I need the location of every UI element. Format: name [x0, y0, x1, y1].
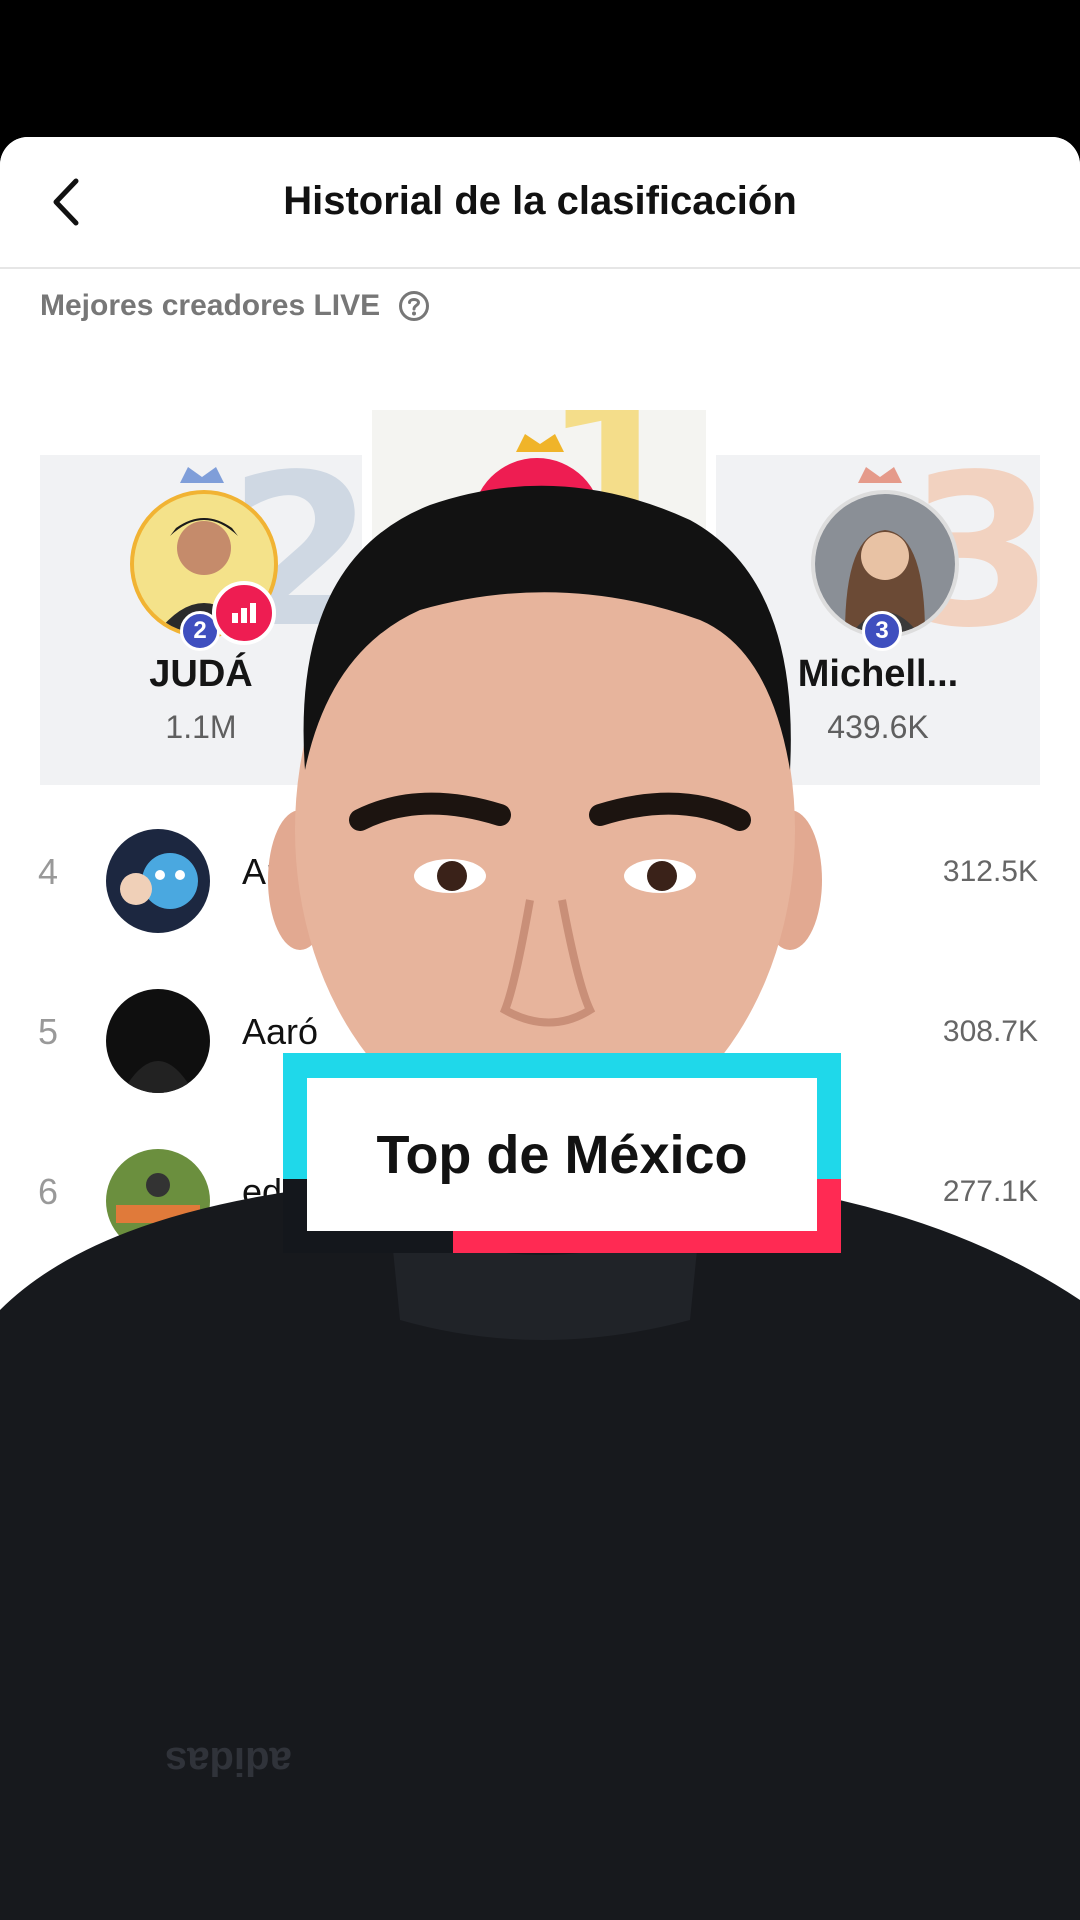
shirt-logo: adidas — [165, 1739, 292, 1783]
avatar[interactable] — [106, 829, 210, 933]
caption-text: Top de México — [307, 1078, 817, 1231]
avatar[interactable] — [106, 1149, 210, 1253]
rank-number: 6 — [38, 1171, 59, 1212]
avatar[interactable] — [472, 458, 602, 588]
section-label: Mejores creadores LIVE — [40, 289, 430, 323]
podium-name: JUDÁ — [149, 653, 253, 695]
podium-score: 439.6K — [827, 709, 929, 745]
rank-number: 4 — [38, 851, 59, 892]
ranking-sheet: Historial de la clasificación Mejores cr… — [0, 137, 1080, 1920]
podium-name: Michell... — [797, 653, 959, 695]
rank-number: 5 — [38, 1011, 59, 1052]
question-circle-icon[interactable] — [398, 290, 430, 322]
list-item-score: 308.7K — [942, 1015, 1038, 1048]
list-item-score: 312.5K — [942, 855, 1038, 888]
crown-icon — [516, 434, 564, 452]
page-title: Historial de la clasificación — [283, 179, 797, 223]
section-title: Mejores creadores LIVE — [40, 289, 381, 322]
list-item-score: 277.1K — [942, 1175, 1038, 1208]
crown-icon — [180, 467, 224, 483]
live-bars-icon — [232, 603, 256, 623]
list-item-name: ed — [242, 1171, 283, 1212]
live-badge[interactable] — [212, 581, 276, 645]
list-item-name: An — [242, 851, 287, 892]
rank-pill: 3 — [862, 611, 902, 651]
podium-score: 1.1M — [165, 709, 237, 745]
caption-banner: Top de México — [283, 1053, 841, 1253]
podium-third[interactable]: 3 3 Michell... 439.6K — [716, 455, 1040, 785]
podium-first[interactable]: 1 — [372, 410, 706, 785]
list-item-name: Aaró — [242, 1011, 319, 1052]
avatar[interactable] — [106, 989, 210, 1093]
podium-second[interactable]: 2 2 JUDÁ 1.1M — [40, 455, 362, 785]
page-header: Historial de la clasificación — [0, 137, 1080, 269]
list-item[interactable]: 4 An 312.5K — [0, 803, 1080, 953]
crown-icon — [858, 467, 902, 483]
